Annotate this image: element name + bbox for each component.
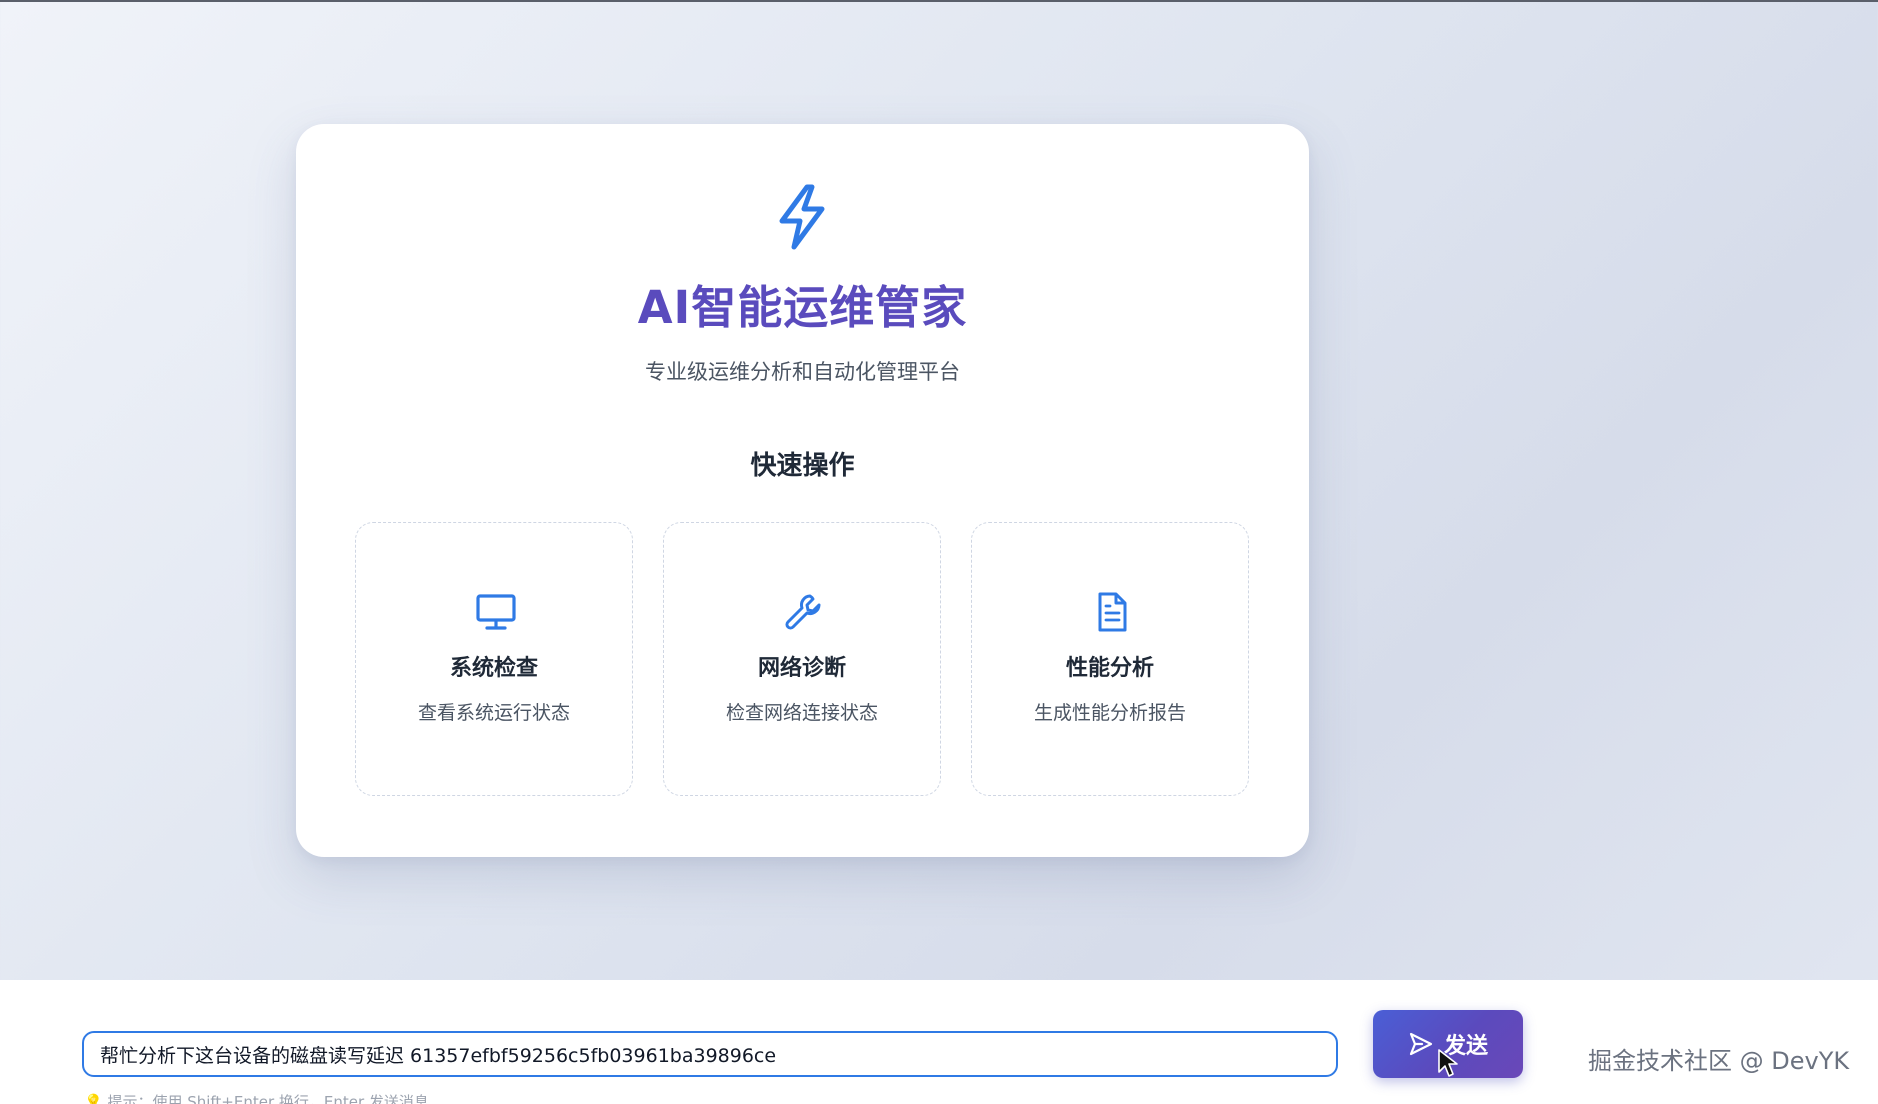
quick-action-label: 网络诊断 — [757, 656, 846, 681]
mouse-cursor-icon — [1438, 1049, 1458, 1077]
quick-action-network-diagnosis[interactable]: 网络诊断 检查网络连接状态 — [663, 522, 941, 796]
document-icon — [1098, 592, 1127, 632]
quick-action-label: 系统检查 — [449, 656, 538, 681]
quick-actions-title: 快速操作 — [750, 451, 855, 481]
lightning-bolt-icon — [779, 184, 825, 250]
wrench-icon — [785, 594, 821, 630]
app-title: AI智能运维管家 — [637, 281, 968, 334]
quick-action-desc: 检查网络连接状态 — [725, 702, 878, 724]
chat-input[interactable] — [82, 1031, 1338, 1077]
quick-action-desc: 查看系统运行状态 — [417, 702, 570, 724]
quick-action-system-check[interactable]: 系统检查 查看系统运行状态 — [355, 522, 633, 796]
input-hint: 💡 提示：使用 Shift+Enter 换行，Enter 发送消息 — [84, 1093, 429, 1104]
quick-action-desc: 生成性能分析报告 — [1033, 702, 1186, 724]
quick-action-performance-analysis[interactable]: 性能分析 生成性能分析报告 — [971, 522, 1249, 796]
app-subtitle: 专业级运维分析和自动化管理平台 — [645, 360, 960, 384]
monitor-icon — [476, 594, 516, 630]
quick-action-label: 性能分析 — [1065, 656, 1154, 681]
watermark: 掘金技术社区 @ DevYK — [1588, 1047, 1850, 1075]
main-area: AI智能运维管家 专业级运维分析和自动化管理平台 快速操作 系统检查 查看系统运… — [0, 0, 1878, 980]
send-icon — [1409, 1032, 1433, 1056]
